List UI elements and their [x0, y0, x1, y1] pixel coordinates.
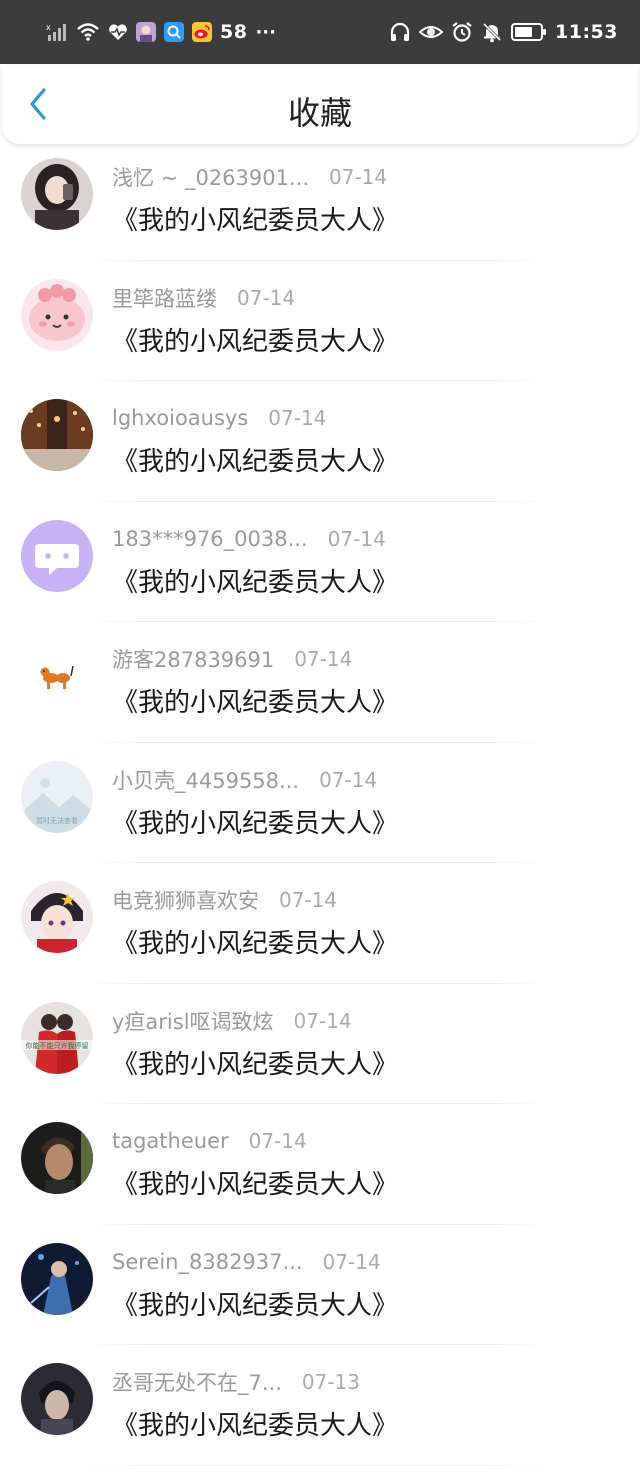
username[interactable]: 电竞狮狮喜欢安: [112, 885, 259, 915]
username[interactable]: Serein_8382937...: [112, 1250, 303, 1274]
book-title[interactable]: 《我的小风纪委员大人》: [112, 441, 398, 478]
avatar[interactable]: [21, 399, 93, 471]
list-item[interactable]: 暂时无法查看 小贝壳_4459558... 07-14 《我的小风纪委员大人》: [0, 743, 640, 863]
date: 07-14: [294, 647, 353, 671]
status-bar-left: x 58 ···: [46, 21, 284, 43]
avatar[interactable]: [21, 278, 93, 351]
date: 07-14: [327, 526, 386, 551]
avatar[interactable]: [21, 1122, 93, 1194]
list-item[interactable]: tagatheuer 07-14 《我的小风纪委员大人》: [0, 1104, 640, 1225]
mute-icon: [481, 21, 503, 43]
wifi-icon: [76, 22, 100, 42]
page-title: 收藏: [287, 94, 352, 132]
username[interactable]: 183***976_0038...: [112, 527, 308, 551]
username[interactable]: 游客287839691: [112, 644, 274, 674]
weibo-icon: [192, 22, 212, 42]
date: 07-14: [329, 165, 388, 189]
book-title[interactable]: 《我的小风纪委员大人》: [112, 923, 398, 960]
date: 07-14: [237, 285, 296, 310]
list-item[interactable]: Serein_8382937... 07-14 《我的小风纪委员大人》: [0, 1225, 640, 1345]
book-title[interactable]: 《我的小风纪委员大人》: [112, 803, 398, 840]
date: 07-14: [293, 1008, 352, 1033]
signal-icon: x: [46, 22, 68, 42]
book-title[interactable]: 《我的小风纪委员大人》: [112, 562, 398, 599]
avatar[interactable]: [21, 1242, 93, 1315]
username[interactable]: 小贝壳_4459558...: [112, 765, 299, 795]
search-app-icon: [164, 22, 184, 42]
book-title[interactable]: 《我的小风纪委员大人》: [112, 321, 398, 358]
app-avatar-icon: [136, 22, 156, 42]
list-item[interactable]: 浅忆 ~ _0263901... 07-14 《我的小风纪委员大人》: [0, 140, 640, 261]
avatar-caption: 你能不能只许我停留: [26, 1041, 89, 1050]
headphones-icon: [389, 22, 411, 42]
favorites-list: 浅忆 ~ _0263901... 07-14 《我的小风纪委员大人》 里筚路蓝缕: [0, 140, 640, 1466]
book-title[interactable]: 《我的小风纪委员大人》: [112, 682, 398, 719]
avatar[interactable]: 暂时无法查看: [21, 760, 93, 833]
list-item[interactable]: 电竞狮狮喜欢安 07-14 《我的小风纪委员大人》: [0, 863, 640, 984]
header: 收藏: [2, 66, 638, 144]
clock: 11:53: [555, 21, 618, 43]
status-bar-right: 11:53: [381, 21, 618, 43]
username[interactable]: tagatheuer: [112, 1129, 229, 1153]
username[interactable]: 浅忆 ~ _0263901...: [112, 162, 309, 192]
date: 07-14: [322, 1249, 381, 1274]
avatar[interactable]: [21, 640, 93, 712]
date: 07-14: [268, 406, 327, 430]
list-item[interactable]: 183***976_0038... 07-14 《我的小风纪委员大人》: [0, 502, 640, 622]
date: 07-13: [301, 1370, 361, 1394]
notification-count: 58: [220, 21, 248, 43]
eye-icon: [419, 22, 444, 42]
avatar[interactable]: 你能不能只许我停留: [21, 1001, 93, 1074]
svg-text:x: x: [46, 23, 51, 32]
username[interactable]: 丞哥无处不在_7...: [112, 1367, 282, 1397]
list-item[interactable]: lghxoioausys 07-14 《我的小风纪委员大人》: [0, 381, 640, 502]
book-title[interactable]: 《我的小风纪委员大人》: [112, 1405, 398, 1442]
date: 07-14: [319, 767, 378, 792]
username[interactable]: 里筚路蓝缕: [112, 283, 217, 313]
date: 07-14: [248, 1129, 307, 1153]
alarm-icon: [451, 21, 473, 43]
health-heart-icon: [108, 23, 128, 41]
avatar[interactable]: [21, 1363, 93, 1435]
list-item[interactable]: 丞哥无处不在_7... 07-13 《我的小风纪委员大人》: [0, 1345, 640, 1466]
date: 07-14: [279, 888, 338, 912]
avatar-caption: 暂时无法查看: [36, 816, 78, 825]
battery-icon: [511, 22, 547, 42]
avatar[interactable]: [21, 519, 93, 592]
list-item[interactable]: 游客287839691 07-14 《我的小风纪委员大人》: [0, 622, 640, 743]
avatar[interactable]: [21, 881, 93, 953]
book-title[interactable]: 《我的小风纪委员大人》: [112, 200, 398, 237]
list-item[interactable]: 你能不能只许我停留 y疸arisl呕谒致炫 07-14 《我的小风纪委员大人》: [0, 984, 640, 1104]
more-notifications-indicator: ···: [255, 21, 276, 43]
username[interactable]: y疸arisl呕谒致炫: [112, 1006, 274, 1036]
divider: [90, 1464, 545, 1466]
username[interactable]: lghxoioausys: [112, 406, 248, 430]
book-title[interactable]: 《我的小风纪委员大人》: [112, 1285, 398, 1322]
book-title[interactable]: 《我的小风纪委员大人》: [112, 1044, 398, 1081]
avatar[interactable]: [21, 158, 93, 230]
list-item[interactable]: 里筚路蓝缕 07-14 《我的小风纪委员大人》: [0, 261, 640, 381]
book-title[interactable]: 《我的小风纪委员大人》: [112, 1164, 398, 1201]
status-bar: x 58 ··· 11:53: [0, 0, 640, 64]
